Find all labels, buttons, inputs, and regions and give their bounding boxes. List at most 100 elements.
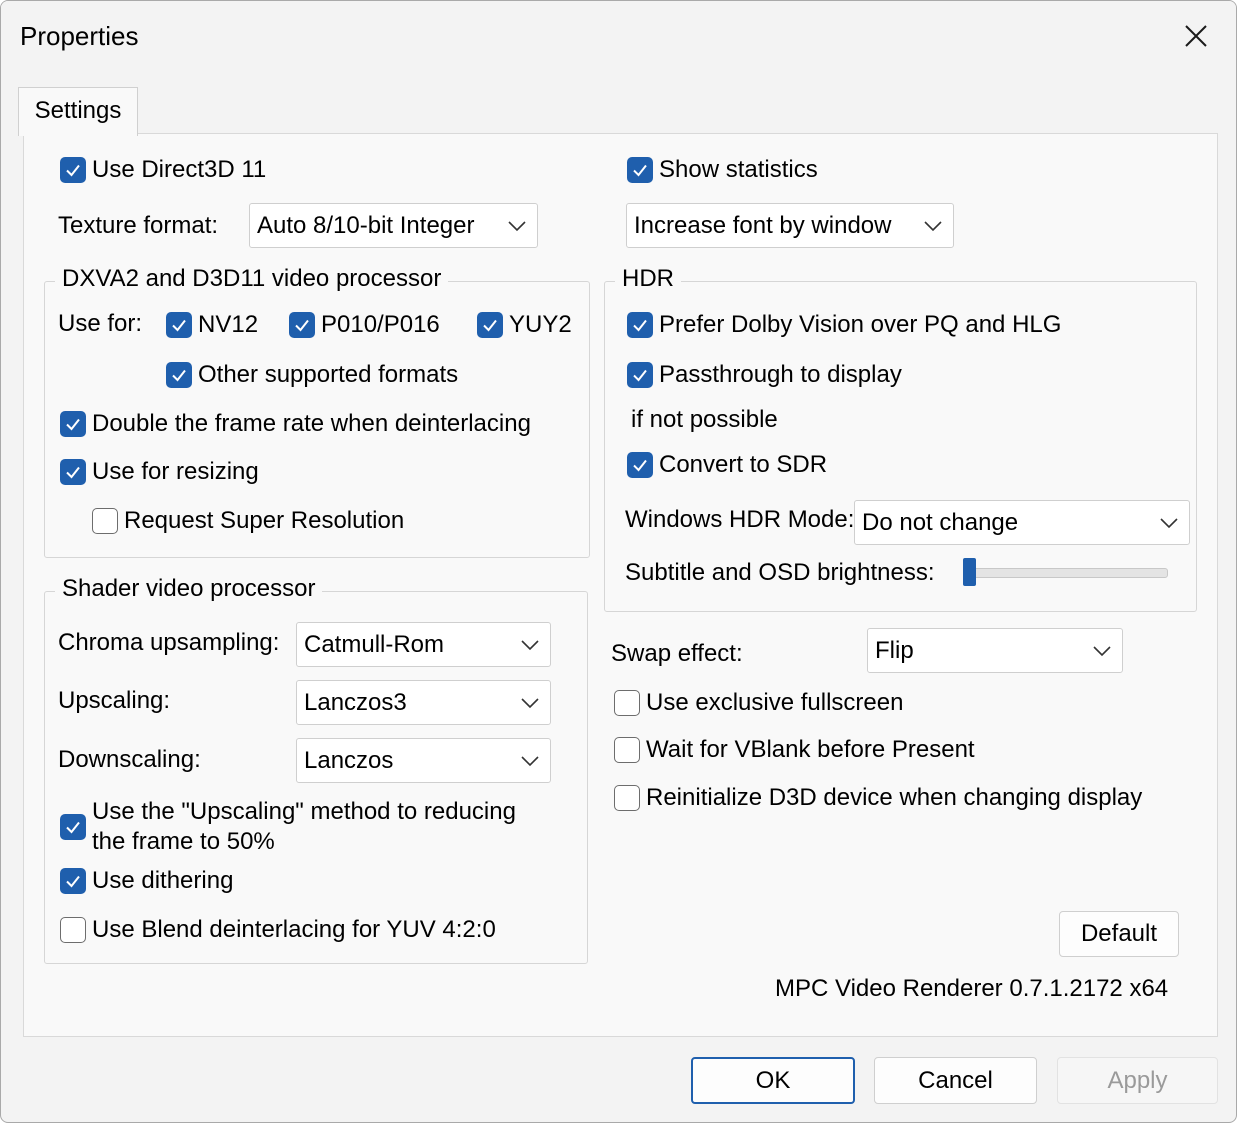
show-statistics-label: Show statistics: [659, 156, 818, 183]
use-for-resizing-checkbox[interactable]: Use for resizing: [60, 458, 259, 486]
other-formats-label: Other supported formats: [198, 361, 459, 388]
ok-button[interactable]: OK: [691, 1057, 855, 1104]
reinit-d3d-checkbox[interactable]: Reinitialize D3D device when changing di…: [614, 784, 1142, 812]
blend-deinterlacing-label: Use Blend deinterlacing for YUV 4:2:0: [92, 916, 496, 943]
dxva-group-title: DXVA2 and D3D11 video processor: [55, 265, 449, 293]
double-frame-rate-label: Double the frame rate when deinterlacing: [92, 410, 531, 437]
upscaling-method-checkbox[interactable]: Use the "Upscaling" method to reducing t…: [60, 797, 516, 857]
use-d3d11-label: Use Direct3D 11: [92, 156, 267, 183]
chroma-upsampling-label: Chroma upsampling:: [58, 629, 280, 656]
checkmark-icon: [66, 466, 80, 479]
windows-hdr-mode-label: Windows HDR Mode:: [625, 506, 855, 533]
p010-label: P010/P016: [321, 311, 440, 338]
checkbox-checked: [166, 362, 192, 388]
convert-sdr-label: Convert to SDR: [659, 451, 828, 478]
chevron-down-icon: [521, 697, 539, 708]
show-statistics-checkbox[interactable]: Show statistics: [627, 156, 818, 184]
shader-group-title: Shader video processor: [55, 575, 323, 603]
exclusive-fullscreen-checkbox[interactable]: Use exclusive fullscreen: [614, 689, 903, 717]
swap-effect-value: Flip: [875, 636, 914, 664]
chevron-down-icon: [924, 220, 942, 231]
super-resolution-label: Request Super Resolution: [124, 507, 405, 534]
window-title: Properties: [20, 21, 139, 51]
checkbox-checked: [60, 814, 86, 840]
use-dithering-checkbox[interactable]: Use dithering: [60, 867, 233, 895]
cancel-button[interactable]: Cancel: [874, 1057, 1037, 1104]
exclusive-fullscreen-label: Use exclusive fullscreen: [646, 689, 904, 716]
use-dithering-label: Use dithering: [92, 867, 234, 894]
checkmark-icon: [633, 459, 647, 472]
prefer-dolby-label: Prefer Dolby Vision over PQ and HLG: [659, 311, 1062, 338]
chevron-down-icon: [1093, 645, 1111, 656]
passthrough-label: Passthrough to display: [659, 361, 902, 388]
checkmark-icon: [66, 418, 80, 431]
font-mode-select[interactable]: Increase font by window: [626, 203, 954, 248]
checkbox-checked: [289, 312, 315, 338]
checkbox-checked: [60, 459, 86, 485]
checkmark-icon: [66, 821, 80, 834]
upscaling-method-line2: the frame to 50%: [92, 828, 275, 855]
checkmark-icon: [295, 319, 309, 332]
checkbox-checked: [60, 157, 86, 183]
checkbox-checked: [627, 312, 653, 338]
yuy2-checkbox[interactable]: YUY2: [477, 311, 572, 339]
checkmark-icon: [633, 369, 647, 382]
p010-checkbox[interactable]: P010/P016: [289, 311, 440, 339]
swap-effect-label: Swap effect:: [611, 640, 743, 667]
double-frame-rate-checkbox[interactable]: Double the frame rate when deinterlacing: [60, 410, 531, 438]
default-button[interactable]: Default: [1059, 911, 1179, 957]
use-for-resizing-label: Use for resizing: [92, 458, 259, 485]
if-not-possible-label: if not possible: [631, 406, 778, 433]
yuy2-label: YUY2: [509, 311, 572, 338]
subtitle-brightness-label: Subtitle and OSD brightness:: [625, 559, 935, 586]
downscaling-value: Lanczos: [304, 746, 394, 774]
super-resolution-checkbox[interactable]: Request Super Resolution: [92, 507, 404, 535]
close-button[interactable]: [1156, 1, 1236, 71]
upscaling-method-text: Use the "Upscaling" method to reducing t…: [92, 797, 516, 857]
other-formats-checkbox[interactable]: Other supported formats: [166, 361, 458, 389]
prefer-dolby-checkbox[interactable]: Prefer Dolby Vision over PQ and HLG: [627, 311, 1061, 339]
checkbox-checked: [60, 411, 86, 437]
upscaling-label: Upscaling:: [58, 687, 171, 714]
chroma-upsampling-select[interactable]: Catmull-Rom: [296, 622, 551, 667]
wait-vblank-checkbox[interactable]: Wait for VBlank before Present: [614, 736, 975, 764]
windows-hdr-mode-select[interactable]: Do not change: [854, 500, 1190, 545]
checkmark-icon: [633, 164, 647, 177]
upscaling-method-line1: Use the "Upscaling" method to reducing: [92, 798, 516, 825]
checkbox-unchecked: [614, 690, 640, 716]
chevron-down-icon: [521, 755, 539, 766]
passthrough-checkbox[interactable]: Passthrough to display: [627, 361, 902, 389]
upscaling-select[interactable]: Lanczos3: [296, 680, 551, 725]
texture-format-select[interactable]: Auto 8/10-bit Integer: [249, 203, 538, 248]
blend-deinterlacing-checkbox[interactable]: Use Blend deinterlacing for YUV 4:2:0: [60, 916, 496, 944]
properties-dialog: Properties Settings Use Direct3D 11 Text…: [0, 0, 1237, 1123]
title-bar: Properties: [1, 1, 1236, 71]
use-for-label: Use for:: [58, 310, 143, 337]
font-mode-value: Increase font by window: [634, 211, 892, 239]
convert-sdr-checkbox[interactable]: Convert to SDR: [627, 451, 827, 479]
chroma-upsampling-value: Catmull-Rom: [304, 630, 445, 658]
apply-button[interactable]: Apply: [1057, 1057, 1218, 1104]
chevron-down-icon: [508, 220, 526, 231]
tab-settings[interactable]: Settings: [18, 87, 138, 136]
downscaling-select[interactable]: Lanczos: [296, 738, 551, 783]
nv12-checkbox[interactable]: NV12: [166, 311, 258, 339]
checkbox-checked: [60, 868, 86, 894]
swap-effect-select[interactable]: Flip: [867, 628, 1123, 673]
chevron-down-icon: [521, 639, 539, 650]
checkmark-icon: [172, 319, 186, 332]
checkmark-icon: [66, 164, 80, 177]
version-label: MPC Video Renderer 0.7.1.2172 x64: [775, 975, 1169, 1002]
checkbox-checked: [627, 362, 653, 388]
checkbox-checked: [477, 312, 503, 338]
use-d3d11-checkbox[interactable]: Use Direct3D 11: [60, 156, 266, 184]
subtitle-brightness-slider[interactable]: [963, 568, 1168, 578]
subtitle-brightness-slider-thumb[interactable]: [963, 558, 976, 586]
downscaling-label: Downscaling:: [58, 746, 201, 773]
nv12-label: NV12: [198, 311, 259, 338]
texture-format-label: Texture format:: [58, 212, 219, 239]
hdr-group-title: HDR: [615, 265, 681, 293]
checkbox-unchecked: [92, 508, 118, 534]
texture-format-value: Auto 8/10-bit Integer: [257, 211, 475, 239]
close-icon: [1185, 25, 1207, 47]
